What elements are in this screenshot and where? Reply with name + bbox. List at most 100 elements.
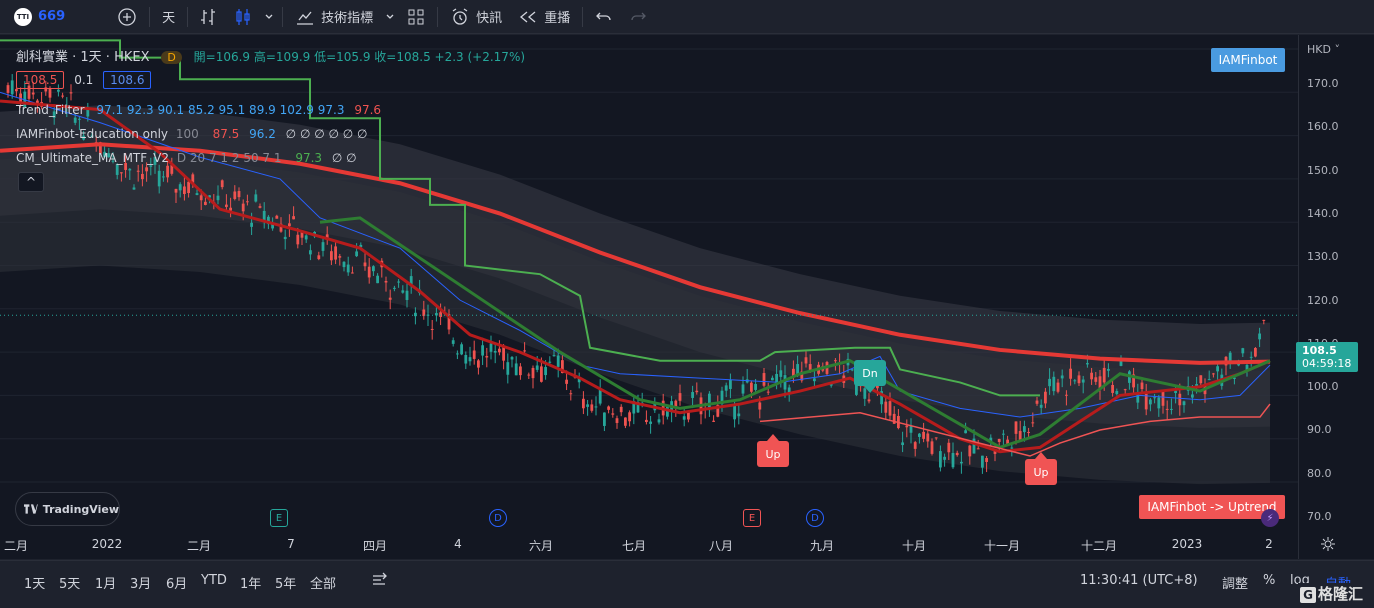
replay-button[interactable]: 重播 bbox=[510, 0, 578, 34]
time-tick: 7 bbox=[287, 537, 295, 551]
candle-body bbox=[401, 290, 405, 293]
candle-body bbox=[220, 180, 224, 188]
candle-body bbox=[321, 242, 325, 251]
adjust-button[interactable]: 調整 bbox=[1222, 573, 1248, 592]
tradingview-logo[interactable]: TradingView bbox=[15, 492, 120, 526]
candle-body bbox=[405, 290, 409, 300]
ask-price[interactable]: 108.6 bbox=[103, 71, 152, 89]
range-button[interactable]: YTD bbox=[201, 573, 227, 588]
layout-button[interactable] bbox=[399, 0, 433, 34]
undo-icon bbox=[596, 12, 611, 20]
time-axis[interactable]: 二月 2022 二月 7 四月 4 六月 七月 八月 九月 十月 十一月 十二月 2023 2 bbox=[0, 531, 1298, 555]
price-tick: 70.0 bbox=[1307, 510, 1332, 523]
indicator-legend-iamfinbot[interactable]: IAMFinbot-Education only 100 87.5 96.2 ∅… bbox=[16, 127, 367, 141]
candle-body bbox=[1191, 394, 1194, 398]
candle-body bbox=[1178, 393, 1182, 406]
date-range-picker-icon[interactable] bbox=[370, 571, 388, 593]
range-button[interactable]: 3月 bbox=[130, 573, 151, 592]
range-button[interactable]: 1天 bbox=[24, 573, 45, 592]
candle-body bbox=[57, 89, 60, 92]
price-axis[interactable]: HKD ˅ 170.0160.0150.0140.0130.0120.0110.… bbox=[1298, 35, 1374, 559]
indicator-name: CM_Ultimate_MA_MTF_V2 bbox=[16, 151, 170, 165]
candle-body bbox=[216, 195, 220, 201]
candle-body bbox=[535, 365, 539, 370]
indicators-button[interactable]: 技術指標 bbox=[287, 0, 381, 34]
candle-body bbox=[762, 373, 766, 386]
collapse-legend-button[interactable]: ^ bbox=[18, 172, 44, 192]
currency-selector[interactable]: HKD ˅ bbox=[1307, 43, 1340, 56]
time-tick: 二月 bbox=[186, 539, 212, 553]
candle-body bbox=[813, 378, 816, 382]
undo-button[interactable] bbox=[587, 0, 621, 34]
dividend-event-marker[interactable]: D bbox=[806, 509, 824, 527]
candle-body bbox=[955, 452, 959, 456]
indicator-value-2: 96.2 bbox=[249, 127, 276, 141]
candle-body bbox=[1081, 379, 1085, 383]
candle-body bbox=[1039, 404, 1043, 408]
percent-scale-button[interactable]: % bbox=[1263, 573, 1275, 588]
candle-body bbox=[867, 399, 871, 402]
indicators-dropdown[interactable] bbox=[381, 0, 399, 34]
interval-button[interactable]: 天 bbox=[154, 0, 183, 34]
range-button[interactable]: 5年 bbox=[275, 573, 296, 592]
candle-body bbox=[724, 385, 728, 391]
range-button[interactable]: 全部 bbox=[310, 573, 336, 592]
candle-body bbox=[997, 438, 1001, 442]
indicator-param: 100 bbox=[175, 127, 199, 141]
dividend-event-marker[interactable]: D bbox=[489, 509, 507, 527]
symbol-title[interactable]: 創科實業 · 1天 · HKEX bbox=[16, 50, 150, 65]
candle-body bbox=[619, 406, 623, 413]
candle-body bbox=[61, 95, 64, 97]
candle-body bbox=[73, 117, 77, 123]
candle-body bbox=[384, 280, 388, 283]
candle-body bbox=[485, 356, 489, 358]
candle-body bbox=[741, 384, 745, 394]
chart-type-dropdown[interactable] bbox=[260, 0, 278, 34]
candle-body bbox=[514, 363, 518, 376]
candle-body bbox=[1094, 377, 1098, 382]
candle-body bbox=[1123, 389, 1127, 391]
candle-body bbox=[506, 362, 510, 375]
candle-body bbox=[649, 421, 652, 424]
time-tick: 十二月 bbox=[1080, 539, 1118, 553]
time-tick: 十一月 bbox=[983, 539, 1021, 553]
indicator-name: IAMFinbot-Education only bbox=[16, 127, 169, 141]
earnings-event-marker[interactable]: E bbox=[270, 509, 288, 527]
candle-body bbox=[304, 235, 308, 240]
earnings-event-marker[interactable]: E bbox=[743, 509, 761, 527]
candle-body bbox=[569, 393, 573, 395]
alerts-label: 快訊 bbox=[476, 11, 503, 26]
bid-price[interactable]: 108.5 bbox=[16, 71, 65, 89]
range-button[interactable]: 6月 bbox=[166, 573, 187, 592]
candle-body bbox=[712, 420, 715, 422]
candle-body bbox=[372, 266, 375, 272]
range-button[interactable]: 1年 bbox=[240, 573, 261, 592]
indicator-legend-trend-filter[interactable]: Trend_Filter 97.1 92.3 90.1 85.2 95.1 89… bbox=[16, 103, 381, 117]
symbol-selector[interactable]: TTI 669 bbox=[0, 7, 65, 26]
chevron-down-icon bbox=[386, 14, 394, 19]
bar-style-button[interactable] bbox=[192, 0, 226, 34]
candle-body bbox=[1165, 408, 1169, 410]
alerts-button[interactable]: 快訊 bbox=[442, 0, 510, 34]
settings-gear-icon[interactable] bbox=[1320, 536, 1336, 555]
candle-body bbox=[922, 431, 925, 439]
candle-body bbox=[1216, 366, 1219, 372]
range-button[interactable]: 5天 bbox=[59, 573, 80, 592]
legend-header: 創科實業 · 1天 · HKEX D 開=106.9 高=109.9 低=105… bbox=[16, 46, 525, 65]
range-button[interactable]: 1月 bbox=[95, 573, 116, 592]
indicator-legend-cm-ma[interactable]: CM_Ultimate_MA_MTF_V2 D 20 7 1 2 50 7 1 … bbox=[16, 151, 357, 165]
redo-button[interactable] bbox=[621, 0, 655, 34]
candle-style-button[interactable] bbox=[226, 0, 260, 34]
candle-body bbox=[1254, 347, 1257, 357]
grid-layout-icon bbox=[408, 9, 424, 24]
candle-body bbox=[645, 419, 648, 423]
candle-body bbox=[145, 167, 148, 172]
candle-body bbox=[884, 401, 888, 413]
candle-body bbox=[758, 402, 762, 410]
bar-chart-icon bbox=[201, 8, 216, 25]
lightning-icon[interactable]: ⚡ bbox=[1261, 509, 1279, 527]
indicator-value-1: 87.5 bbox=[212, 127, 240, 141]
timezone-clock[interactable]: 11:30:41 (UTC+8) bbox=[1080, 573, 1198, 588]
candle-body bbox=[355, 251, 358, 257]
add-symbol-button[interactable] bbox=[109, 0, 145, 34]
